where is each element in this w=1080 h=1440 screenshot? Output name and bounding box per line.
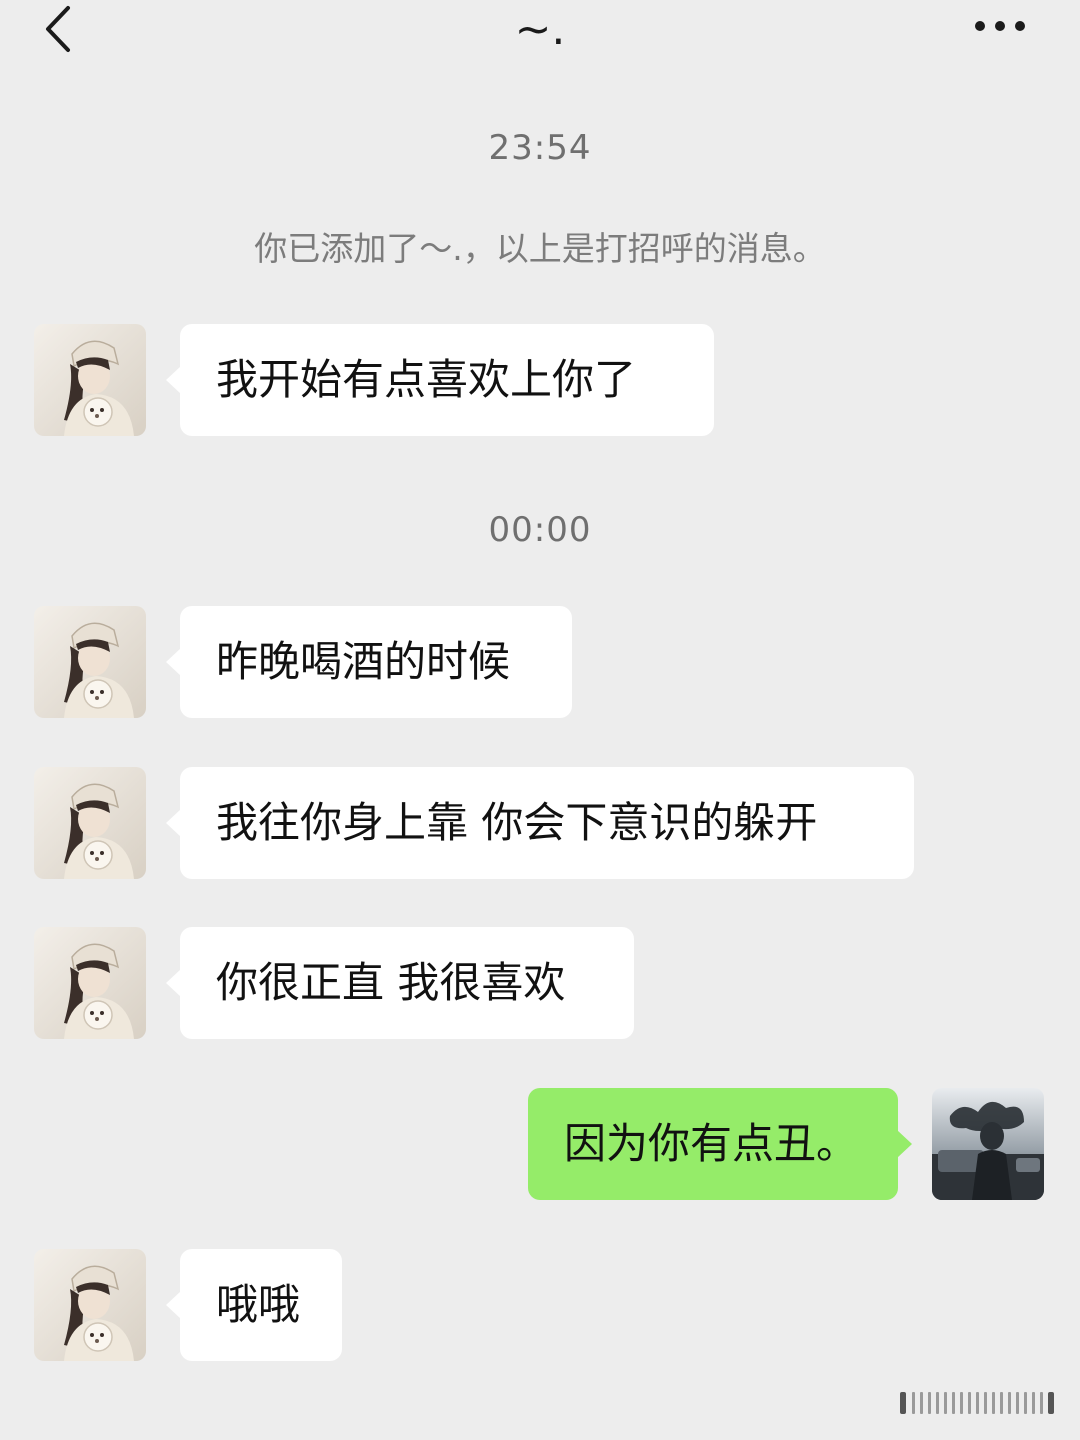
contact-avatar-image: [34, 324, 146, 436]
scroll-indicator-icon: [900, 1392, 1054, 1414]
incoming-message-bubble[interactable]: 哦哦: [166, 1249, 342, 1361]
contact-avatar-image: [34, 767, 146, 879]
incoming-message-bubble[interactable]: 你很正直 我很喜欢: [166, 927, 634, 1039]
self-avatar[interactable]: [932, 1088, 1044, 1200]
contact-avatar[interactable]: [34, 324, 146, 436]
contact-avatar[interactable]: [34, 1249, 146, 1361]
outgoing-message-bubble[interactable]: 因为你有点丑。: [528, 1088, 912, 1200]
incoming-message-bubble[interactable]: 昨晚喝酒的时候: [166, 606, 572, 718]
contact-avatar[interactable]: [34, 767, 146, 879]
message-timestamp: 00:00: [488, 510, 592, 550]
contact-avatar[interactable]: [34, 606, 146, 718]
more-horizontal-icon: [975, 21, 1025, 31]
system-notice: 你已添加了～.，以上是打招呼的消息。: [254, 229, 826, 268]
message-timestamp: 23:54: [488, 128, 592, 168]
incoming-message-bubble[interactable]: 我往你身上靠 你会下意识的躲开: [166, 767, 914, 879]
incoming-message-bubble[interactable]: 我开始有点喜欢上你了: [166, 324, 714, 436]
contact-avatar-image: [34, 927, 146, 1039]
chat-title: ~.: [514, 4, 566, 55]
contact-avatar-image: [34, 1249, 146, 1361]
contact-avatar[interactable]: [34, 927, 146, 1039]
contact-avatar-image: [34, 606, 146, 718]
self-avatar-image: [932, 1088, 1044, 1200]
chat-header: ~.: [0, 0, 1080, 80]
more-options-button[interactable]: [970, 6, 1030, 46]
scroll-indicator: [896, 1386, 1060, 1420]
